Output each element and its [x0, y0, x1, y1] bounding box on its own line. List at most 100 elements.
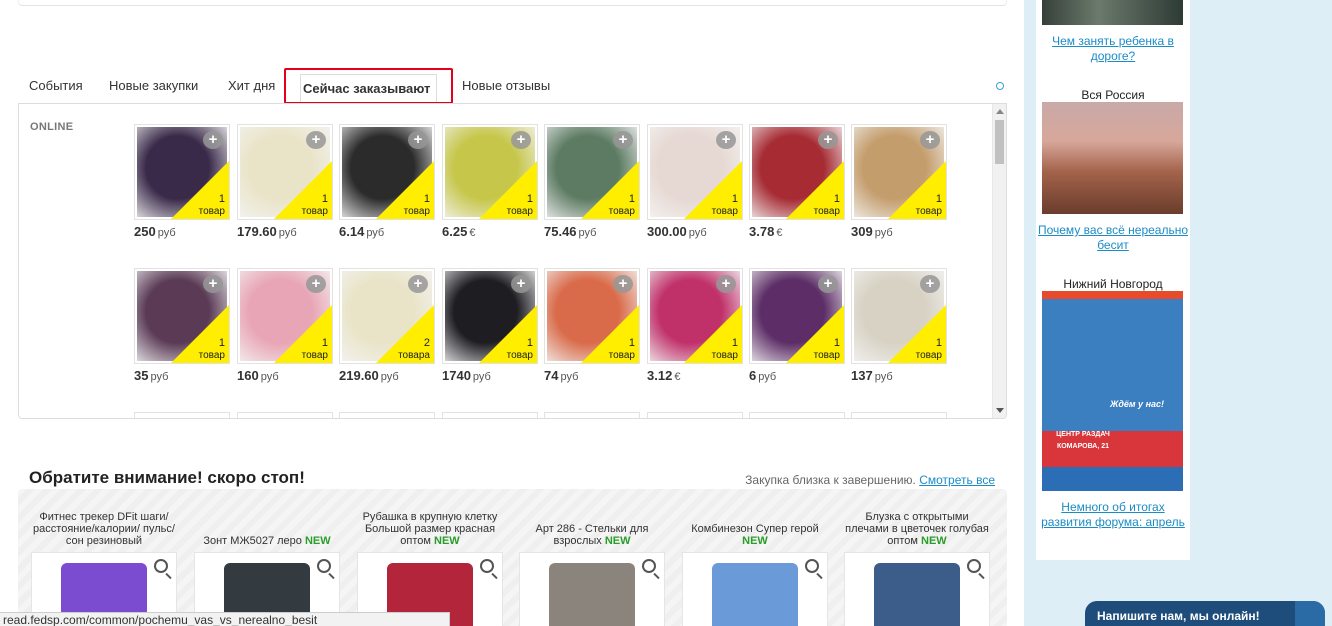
product-card[interactable]: +1 товар 137 руб — [851, 268, 947, 383]
scroll-up-icon[interactable] — [996, 109, 1004, 114]
promo-card-image[interactable] — [844, 552, 990, 626]
product-card[interactable]: +1 товар 75.46 руб — [544, 124, 640, 239]
promo-card-title[interactable]: Рубашка в крупную клетку Большой размер … — [357, 509, 503, 547]
tab-new-purchases[interactable]: Новые закупки — [98, 68, 209, 104]
add-plus-icon[interactable]: + — [511, 275, 531, 293]
product-thumbnail[interactable]: +1 товар — [544, 124, 640, 220]
product-card-partial[interactable] — [749, 412, 845, 418]
product-card[interactable]: +1 товар 6.25 € — [442, 124, 538, 239]
product-card-partial[interactable] — [851, 412, 947, 418]
tab-ordering-now[interactable]: Сейчас заказывают — [284, 68, 453, 104]
product-card[interactable]: +1 товар 74 руб — [544, 268, 640, 383]
product-card[interactable]: +1 товар 6.14 руб — [339, 124, 435, 239]
product-card[interactable]: +1 товар 6 руб — [749, 268, 845, 383]
promo-card-image[interactable] — [682, 552, 828, 626]
add-plus-icon[interactable]: + — [920, 131, 940, 149]
product-thumbnail[interactable] — [237, 412, 333, 418]
add-plus-icon[interactable]: + — [408, 275, 428, 293]
add-plus-icon[interactable]: + — [613, 275, 633, 293]
zoom-icon[interactable] — [480, 559, 494, 573]
product-card[interactable]: +1 товар 250 руб — [134, 124, 230, 239]
product-thumbnail[interactable] — [442, 412, 538, 418]
scroll-thumb[interactable] — [995, 120, 1004, 164]
promo-card-title[interactable]: Блузка с открытыми плечами в цветочек го… — [844, 509, 990, 547]
poster-image[interactable]: Ждём у нас! ЦЕНТР РАЗДАЧ КОМАРОВА, 21 — [1042, 291, 1183, 491]
product-thumbnail[interactable]: +1 товар — [749, 124, 845, 220]
promo-card[interactable]: Зонт МЖ5027 леро NEW — [194, 509, 340, 626]
product-thumbnail[interactable] — [647, 412, 743, 418]
link-children-road[interactable]: Чем занять ребенка в дороге? — [1036, 34, 1190, 64]
article-image-children[interactable] — [1042, 0, 1183, 25]
product-card[interactable]: +2 товара 219.60 руб — [339, 268, 435, 383]
promo-card-title[interactable]: Арт 286 - Стельки для взрослых NEW — [519, 509, 665, 547]
product-thumbnail[interactable]: +1 товар — [647, 268, 743, 364]
product-thumbnail[interactable]: +1 товар — [851, 268, 947, 364]
product-card-partial[interactable] — [647, 412, 743, 418]
add-plus-icon[interactable]: + — [716, 131, 736, 149]
article-image-field[interactable] — [1042, 102, 1183, 214]
zoom-icon[interactable] — [317, 559, 331, 573]
add-plus-icon[interactable]: + — [203, 275, 223, 293]
product-thumbnail[interactable]: +1 товар — [134, 124, 230, 220]
tab-new-reviews[interactable]: Новые отзывы — [451, 68, 561, 104]
product-thumbnail[interactable] — [339, 412, 435, 418]
promo-card[interactable]: Комбинезон Супер герой NEW — [682, 509, 828, 626]
product-thumbnail[interactable]: +1 товар — [749, 268, 845, 364]
product-thumbnail[interactable] — [749, 412, 845, 418]
zoom-icon[interactable] — [967, 559, 981, 573]
link-forum-results[interactable]: Немного об итогах развития форума: апрел… — [1036, 500, 1190, 530]
promo-card-title[interactable]: Комбинезон Супер герой NEW — [682, 509, 828, 547]
product-thumbnail[interactable]: +1 товар — [442, 268, 538, 364]
promo-card-image[interactable] — [519, 552, 665, 626]
product-card[interactable]: +1 товар 160 руб — [237, 268, 333, 383]
product-card[interactable]: +1 товар 179.60 руб — [237, 124, 333, 239]
add-plus-icon[interactable]: + — [920, 275, 940, 293]
scroll-down-icon[interactable] — [996, 408, 1004, 413]
promo-card[interactable]: Блузка с открытыми плечами в цветочек го… — [844, 509, 990, 626]
add-plus-icon[interactable]: + — [716, 275, 736, 293]
product-card[interactable]: +1 товар 309 руб — [851, 124, 947, 239]
link-why-annoyed[interactable]: Почему вас всё нереально бесит — [1036, 223, 1190, 253]
add-plus-icon[interactable]: + — [818, 275, 838, 293]
promo-card[interactable]: Фитнес трекер DFit шаги/ расстояние/кало… — [31, 509, 177, 626]
add-plus-icon[interactable]: + — [203, 131, 223, 149]
product-thumbnail[interactable]: +2 товара — [339, 268, 435, 364]
product-card-partial[interactable] — [134, 412, 230, 418]
promo-card-title[interactable]: Фитнес трекер DFit шаги/ расстояние/кало… — [31, 509, 177, 547]
zoom-icon[interactable] — [154, 559, 168, 573]
product-card[interactable]: +1 товар 300.00 руб — [647, 124, 743, 239]
tab-hit-of-day[interactable]: Хит дня — [217, 68, 286, 104]
add-plus-icon[interactable]: + — [818, 131, 838, 149]
chat-widget-button[interactable]: Напишите нам, мы онлайн! — [1085, 601, 1325, 626]
zoom-icon[interactable] — [642, 559, 656, 573]
product-card[interactable]: +1 товар 1740 руб — [442, 268, 538, 383]
product-thumbnail[interactable]: +1 товар — [134, 268, 230, 364]
promo-card[interactable]: Арт 286 - Стельки для взрослых NEW — [519, 509, 665, 626]
add-plus-icon[interactable]: + — [306, 275, 326, 293]
tab-events[interactable]: События — [18, 68, 94, 104]
product-card[interactable]: +1 товар 3.78 € — [749, 124, 845, 239]
add-plus-icon[interactable]: + — [511, 131, 531, 149]
product-thumbnail[interactable]: +1 товар — [647, 124, 743, 220]
product-thumbnail[interactable] — [851, 412, 947, 418]
product-card-partial[interactable] — [339, 412, 435, 418]
product-thumbnail[interactable] — [134, 412, 230, 418]
product-thumbnail[interactable]: +1 товар — [237, 124, 333, 220]
product-thumbnail[interactable] — [544, 412, 640, 418]
product-card-partial[interactable] — [442, 412, 538, 418]
product-thumbnail[interactable]: +1 товар — [851, 124, 947, 220]
product-card[interactable]: +1 товар 35 руб — [134, 268, 230, 383]
product-card-partial[interactable] — [544, 412, 640, 418]
zoom-icon[interactable] — [805, 559, 819, 573]
promo-card[interactable]: Рубашка в крупную клетку Большой размер … — [357, 509, 503, 626]
add-plus-icon[interactable]: + — [306, 131, 326, 149]
panel-scrollbar[interactable] — [992, 104, 1006, 418]
product-card-partial[interactable] — [237, 412, 333, 418]
add-plus-icon[interactable]: + — [613, 131, 633, 149]
product-thumbnail[interactable]: +1 товар — [237, 268, 333, 364]
add-plus-icon[interactable]: + — [408, 131, 428, 149]
product-card[interactable]: +1 товар 3.12 € — [647, 268, 743, 383]
product-thumbnail[interactable]: +1 товар — [442, 124, 538, 220]
promo-card-title[interactable]: Зонт МЖ5027 леро NEW — [194, 509, 340, 547]
see-all-link[interactable]: Смотреть все — [919, 473, 995, 487]
